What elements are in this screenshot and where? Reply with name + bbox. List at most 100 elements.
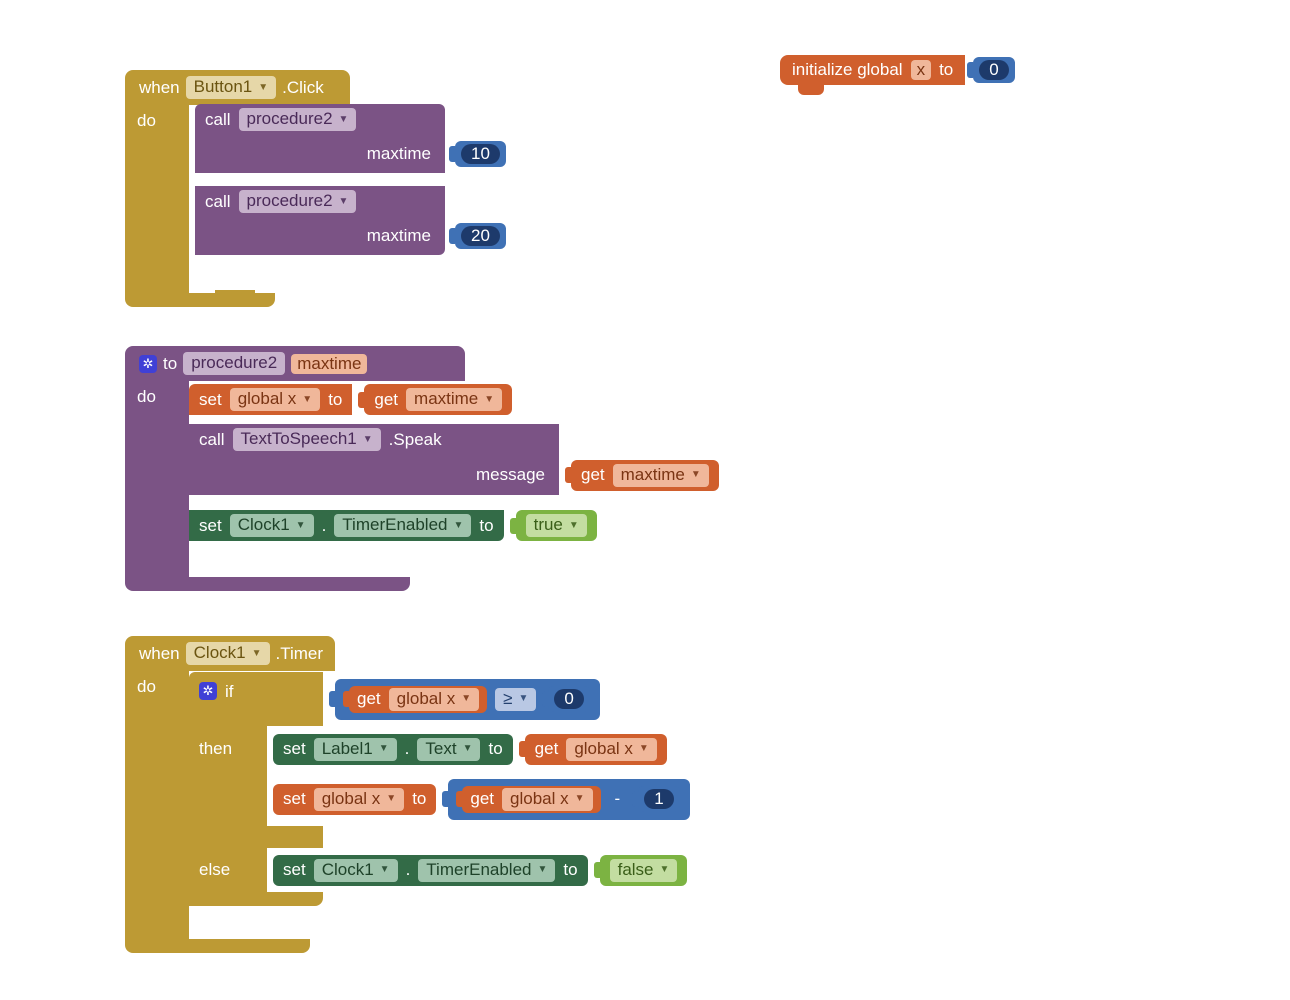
var-name: global x bbox=[322, 789, 381, 809]
when-kw: when bbox=[139, 78, 180, 98]
call-procedure2-2[interactable]: call procedure2 ▼ maxtime 20 bbox=[195, 186, 506, 255]
chevron-down-icon: ▼ bbox=[461, 693, 471, 704]
get-maxtime-msg[interactable]: get maxtime ▼ bbox=[571, 460, 719, 491]
call-kw: call bbox=[205, 192, 231, 212]
compare-block[interactable]: get global x ▼ ≥ ▼ 0 bbox=[335, 679, 600, 720]
var-dropdown[interactable]: global x ▼ bbox=[230, 388, 321, 411]
param-label: maxtime bbox=[367, 226, 431, 246]
init-prefix: initialize global bbox=[792, 60, 903, 80]
var-dropdown[interactable]: global x ▼ bbox=[389, 688, 480, 711]
set-clock1-timerenabled-true[interactable]: set Clock1 ▼ . TimerEnabled ▼ to true ▼ bbox=[189, 510, 597, 541]
chevron-down-icon: ▼ bbox=[454, 520, 464, 531]
call-kw: call bbox=[199, 430, 225, 450]
set-kw: set bbox=[283, 739, 306, 759]
block-tab bbox=[215, 290, 255, 302]
var-name: global x bbox=[574, 739, 633, 759]
number-input-10[interactable]: 10 bbox=[455, 141, 506, 167]
chevron-down-icon: ▼ bbox=[302, 394, 312, 405]
chevron-down-icon: ▼ bbox=[379, 743, 389, 754]
chevron-down-icon: ▼ bbox=[339, 114, 349, 125]
number-value: 10 bbox=[461, 144, 500, 164]
component-dropdown[interactable]: Clock1 ▼ bbox=[230, 514, 314, 537]
do-label: do bbox=[137, 677, 156, 696]
get-global-x-3[interactable]: get global x ▼ bbox=[462, 786, 600, 813]
chevron-down-icon: ▼ bbox=[575, 793, 585, 804]
var-dropdown[interactable]: global x ▼ bbox=[566, 738, 657, 761]
call-tts-speak[interactable]: call TextToSpeech1 ▼ .Speak message get … bbox=[189, 424, 719, 495]
when-kw: when bbox=[139, 644, 180, 664]
property-dropdown[interactable]: TimerEnabled ▼ bbox=[334, 514, 471, 537]
src-dropdown[interactable]: maxtime ▼ bbox=[613, 464, 709, 487]
set-global-x-maxtime[interactable]: set global x ▼ to get maxtime ▼ bbox=[189, 384, 512, 415]
bool-value: false bbox=[618, 860, 654, 880]
number-input-20[interactable]: 20 bbox=[455, 223, 506, 249]
init-varname[interactable]: x bbox=[911, 60, 932, 80]
var-dropdown[interactable]: global x ▼ bbox=[314, 788, 405, 811]
false-block[interactable]: false ▼ bbox=[600, 855, 688, 886]
gear-icon[interactable]: ✲ bbox=[139, 355, 157, 373]
set-kw: set bbox=[199, 516, 222, 536]
minus-block[interactable]: get global x ▼ - 1 bbox=[448, 779, 689, 820]
chevron-down-icon: ▼ bbox=[660, 864, 670, 875]
chevron-down-icon: ▼ bbox=[296, 520, 306, 531]
var-name: global x bbox=[397, 689, 456, 709]
component-dropdown[interactable]: Clock1 ▼ bbox=[186, 642, 270, 665]
src-dropdown[interactable]: maxtime ▼ bbox=[406, 388, 502, 411]
operator-dropdown[interactable]: ≥ ▼ bbox=[495, 688, 536, 711]
dot: . bbox=[406, 860, 411, 880]
component-name: Clock1 bbox=[322, 860, 374, 880]
get-kw: get bbox=[374, 390, 398, 410]
property-dropdown[interactable]: Text ▼ bbox=[417, 738, 480, 761]
component-dropdown[interactable]: TextToSpeech1 ▼ bbox=[233, 428, 381, 451]
set-kw: set bbox=[283, 789, 306, 809]
chevron-down-icon: ▼ bbox=[463, 743, 473, 754]
init-to: to bbox=[939, 60, 953, 80]
number-input-0[interactable]: 0 bbox=[548, 686, 589, 712]
if-then-else-block[interactable]: ✲ if get global x ▼ ≥ ▼ 0 then bbox=[189, 672, 690, 906]
proc-arg[interactable]: maxtime bbox=[291, 354, 367, 374]
bool-dropdown[interactable]: true ▼ bbox=[526, 514, 587, 537]
to-kw: to bbox=[488, 739, 502, 759]
get-global-x-2[interactable]: get global x ▼ bbox=[525, 734, 667, 765]
init-global-inner: initialize global x to bbox=[780, 55, 965, 85]
var-name: global x bbox=[238, 389, 297, 409]
get-kw: get bbox=[535, 739, 559, 759]
property-dropdown[interactable]: TimerEnabled ▼ bbox=[418, 859, 555, 882]
component-dropdown[interactable]: Clock1 ▼ bbox=[314, 859, 398, 882]
get-kw: get bbox=[581, 465, 605, 485]
property-name: TimerEnabled bbox=[426, 860, 531, 880]
number-input-1[interactable]: 1 bbox=[638, 786, 679, 812]
to-kw: to bbox=[479, 516, 493, 536]
call-kw: call bbox=[205, 110, 231, 130]
gear-icon[interactable]: ✲ bbox=[199, 682, 217, 700]
procedure-dropdown[interactable]: procedure2 ▼ bbox=[239, 108, 357, 131]
chevron-down-icon: ▼ bbox=[252, 648, 262, 659]
call-procedure2-1[interactable]: call procedure2 ▼ maxtime 10 bbox=[195, 104, 506, 173]
get-maxtime[interactable]: get maxtime ▼ bbox=[364, 384, 512, 415]
chevron-down-icon: ▼ bbox=[519, 693, 529, 704]
var-dropdown[interactable]: global x ▼ bbox=[502, 788, 593, 811]
component-name: Clock1 bbox=[194, 643, 246, 663]
bool-dropdown[interactable]: false ▼ bbox=[610, 859, 678, 882]
do-label: do bbox=[137, 111, 156, 130]
set-clock1-timerenabled-false[interactable]: set Clock1 ▼ . TimerEnabled ▼ to bbox=[273, 855, 588, 886]
get-global-x[interactable]: get global x ▼ bbox=[349, 686, 487, 713]
proc-name-field[interactable]: procedure2 bbox=[183, 352, 285, 375]
set-label1-text[interactable]: set Label1 ▼ . Text ▼ to bbox=[273, 734, 513, 765]
chevron-down-icon: ▼ bbox=[258, 82, 268, 93]
else-kw: else bbox=[199, 860, 230, 880]
property-name: Text bbox=[425, 739, 456, 759]
to-kw: to bbox=[563, 860, 577, 880]
get-kw: get bbox=[357, 689, 381, 709]
init-global-block[interactable]: initialize global x to 0 bbox=[780, 55, 1015, 85]
init-value-block[interactable]: 0 bbox=[973, 57, 1014, 83]
event-suffix: .Timer bbox=[276, 644, 324, 664]
method-name: .Speak bbox=[389, 430, 442, 450]
true-block[interactable]: true ▼ bbox=[516, 510, 597, 541]
component-dropdown[interactable]: Button1 ▼ bbox=[186, 76, 277, 99]
do-label: do bbox=[137, 387, 156, 406]
chevron-down-icon: ▼ bbox=[484, 394, 494, 405]
component-dropdown[interactable]: Label1 ▼ bbox=[314, 738, 397, 761]
set-global-x-decr[interactable]: set global x ▼ to bbox=[273, 784, 436, 815]
procedure-dropdown[interactable]: procedure2 ▼ bbox=[239, 190, 357, 213]
